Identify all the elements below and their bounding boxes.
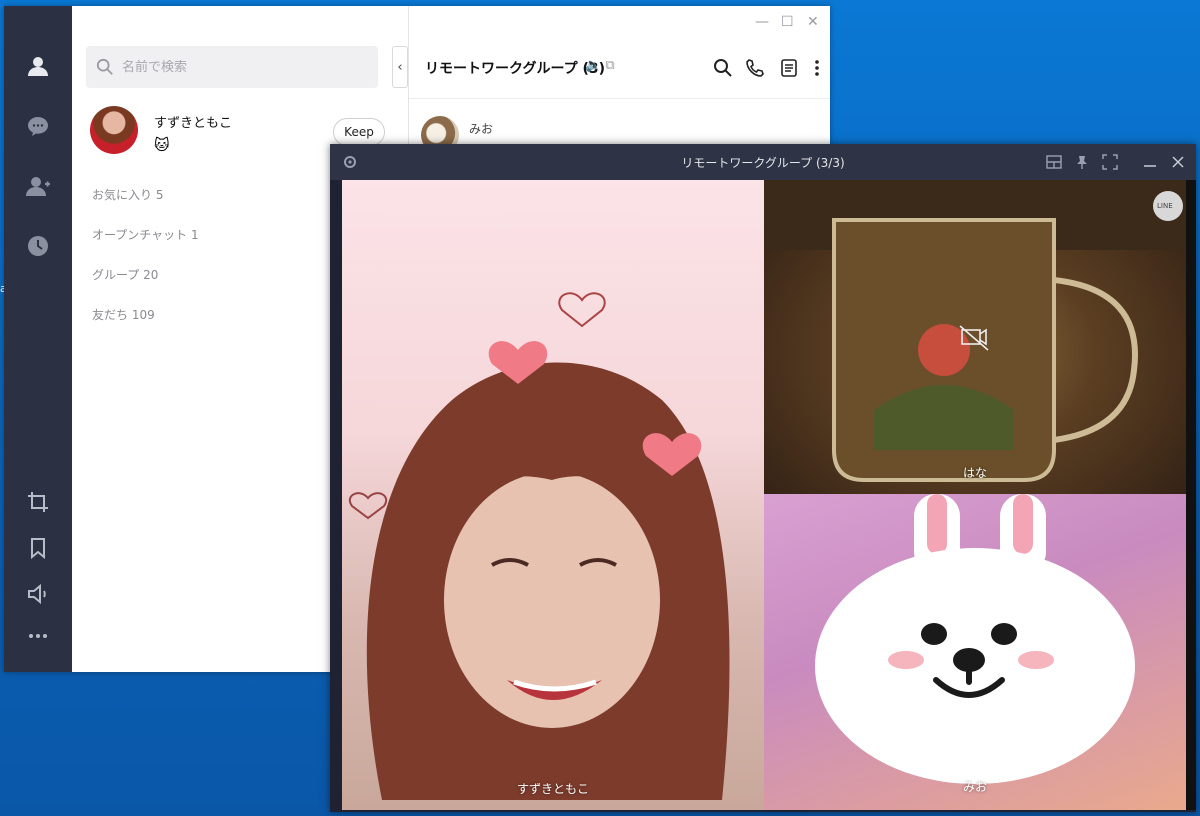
- mute-icon[interactable]: 🔈: [585, 58, 601, 73]
- video-tile-mio[interactable]: みお: [764, 494, 1186, 810]
- more-menu-icon[interactable]: [807, 58, 827, 78]
- profile-name: すずきともこ: [154, 116, 233, 131]
- pin-icon[interactable]: [1074, 154, 1090, 170]
- search-input[interactable]: [122, 59, 342, 75]
- collapse-list-button[interactable]: ‹: [392, 46, 408, 88]
- close-button[interactable]: ✕: [807, 14, 819, 30]
- more-icon[interactable]: [24, 622, 52, 650]
- character-avatar: [815, 494, 1135, 784]
- nav-rail: [4, 6, 72, 672]
- close-icon[interactable]: [1170, 154, 1186, 170]
- call-title: リモートワークグループ (3/3): [681, 156, 845, 170]
- participant-name: はな: [962, 466, 987, 480]
- clock-icon[interactable]: [24, 232, 52, 260]
- category-groups[interactable]: グループ 20: [92, 266, 158, 283]
- message-sender-name: みお: [469, 122, 494, 136]
- line-badge-label: LINE: [1157, 202, 1173, 210]
- status-emoji: 🐱: [154, 136, 170, 154]
- participant-video: [349, 292, 730, 800]
- video-call-window: リモートワークグループ (3/3) すずきともこ LINE はな みお: [330, 144, 1196, 812]
- edge-strip: [1186, 180, 1196, 810]
- video-tile-hana[interactable]: LINE はな: [764, 180, 1186, 494]
- keep-button[interactable]: Keep: [333, 118, 385, 146]
- minimize-button[interactable]: —: [755, 14, 769, 30]
- phone-icon[interactable]: [745, 58, 765, 78]
- crop-icon[interactable]: [24, 488, 52, 516]
- avatar[interactable]: [90, 106, 138, 154]
- search-icon[interactable]: [713, 58, 733, 78]
- divider: [409, 98, 830, 99]
- minimize-icon[interactable]: [1142, 154, 1158, 170]
- chat-bubble-icon[interactable]: [24, 112, 52, 140]
- participant-name: みお: [962, 780, 987, 794]
- category-open-chat[interactable]: オープンチャット 1: [92, 226, 199, 243]
- call-title-bar: リモートワークグループ (3/3): [330, 144, 1196, 180]
- category-friends[interactable]: 友だち 109: [92, 306, 155, 323]
- layout-icon[interactable]: [1046, 154, 1062, 170]
- notes-icon[interactable]: [779, 58, 799, 78]
- person-icon[interactable]: [24, 52, 52, 80]
- participant-background: [764, 180, 1186, 482]
- participant-name: すずきともこ: [516, 782, 589, 796]
- bookmark-icon[interactable]: [24, 534, 52, 562]
- popout-icon[interactable]: ⧉: [605, 58, 614, 73]
- search-box[interactable]: [86, 46, 378, 88]
- maximize-button[interactable]: ☐: [781, 14, 794, 30]
- chat-title: リモートワークグループ (3): [425, 61, 606, 77]
- speaker-icon[interactable]: [24, 580, 52, 608]
- video-tile-main[interactable]: すずきともこ: [342, 180, 764, 810]
- fullscreen-icon[interactable]: [1102, 154, 1118, 170]
- category-favorites[interactable]: お気に入り 5: [92, 186, 163, 203]
- add-friend-icon[interactable]: [24, 172, 52, 200]
- search-icon: [96, 58, 113, 75]
